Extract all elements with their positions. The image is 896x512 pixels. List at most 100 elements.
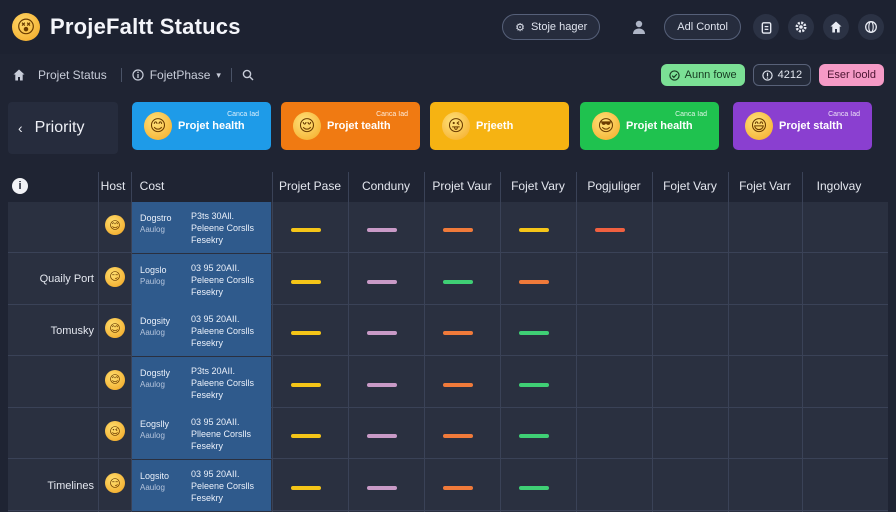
cost-name: Logslo: [140, 264, 167, 275]
table-row[interactable]: 😊 Dogstly Aaulog P3ts 20AII. Paleene Corslls…: [8, 356, 888, 408]
health-card-4[interactable]: 😎 Projet health Canca Iad: [580, 102, 719, 150]
store-pill-button[interactable]: ⚙ Stoje hager: [502, 14, 601, 40]
emoji-face-icon: 😎: [592, 112, 620, 140]
table-header: i Host Cost Projet Pase Conduny Projet V…: [0, 170, 896, 202]
store-pill-label: Stoje hager: [530, 21, 588, 33]
table-row[interactable]: Timelines 😏 Logsito Aaulog 03 95 20AII. Pelee…: [8, 460, 888, 511]
priority-back-button[interactable]: ‹ Priority: [8, 102, 118, 154]
column-divider: [728, 172, 729, 512]
column-divider: [576, 172, 577, 512]
health-card-1[interactable]: 😊 Projet health Canca Iad: [132, 102, 271, 150]
cost-line-2: Peleene Corslls: [191, 274, 255, 285]
gear-icon[interactable]: [788, 14, 814, 40]
search-icon[interactable]: [242, 69, 254, 81]
cost-cell[interactable]: Logslo Paulog 03 95 20AII. Peleene Corslls F…: [132, 253, 271, 305]
header-col-1[interactable]: Projet Pase: [272, 170, 348, 202]
status-bar: [367, 279, 397, 284]
settings-icon: ⚙: [515, 21, 525, 34]
cost-cell[interactable]: Dogstro Aaulog P3ts 30All. Peleene Corslls F…: [132, 202, 271, 253]
table-row[interactable]: Quaily Port 😏 Logslo Paulog 03 95 20AII. Pele…: [8, 253, 888, 305]
table-row[interactable]: 😊 Dogstro Aaulog P3ts 30All. Peleene Corslls…: [8, 202, 888, 253]
status-bar: [291, 434, 321, 439]
chevron-down-icon: ▾: [216, 69, 221, 80]
header-host[interactable]: Host: [96, 170, 130, 202]
column-divider: [802, 172, 803, 512]
status-bar: [291, 382, 321, 387]
status-bar: [519, 382, 549, 387]
card-title: Projet health: [178, 120, 245, 132]
cost-cell[interactable]: Dogstly Aaulog P3ts 20AII. Paleene Corslls F…: [132, 356, 271, 408]
emoji-face-icon: 😏: [105, 266, 125, 287]
emoji-face-icon: 😊: [105, 215, 125, 235]
cost-line-3: Fesekry: [191, 441, 224, 452]
header-col-3[interactable]: Projet Vaur: [424, 170, 500, 202]
header-col-8[interactable]: Ingolvay: [802, 170, 876, 202]
status-bar: [291, 331, 321, 336]
row-label: Timelines: [47, 479, 94, 492]
status-bar: [291, 486, 321, 490]
status-bar: [519, 279, 549, 284]
card-subtitle: Canca Iad: [227, 111, 259, 118]
user-icon[interactable]: [626, 14, 652, 40]
add-control-label: Adl Contol: [677, 21, 728, 33]
header-col-4[interactable]: Fojet Vary: [500, 170, 576, 202]
cost-name: Eogslly: [140, 419, 170, 430]
info-icon[interactable]: i: [12, 170, 28, 202]
cost-line-2: Paleene Corslls: [191, 377, 255, 388]
tag-dark-label: 4212: [777, 69, 803, 81]
health-card-5[interactable]: 😄 Projet stalth Canca Iad: [733, 102, 872, 150]
column-divider: [98, 172, 99, 512]
cost-sub: Aaulog: [140, 225, 165, 234]
cost-cell[interactable]: Dogsity Aaulog 03 95 20AII. Paleene Corslls…: [132, 305, 271, 357]
home-icon[interactable]: [823, 14, 849, 40]
cost-line-3: Fesekry: [191, 338, 224, 349]
table-row[interactable]: 😉 Eogslly Aaulog 03 95 20AII. Plleene Corsll…: [8, 408, 888, 460]
row-label: Tomusky: [50, 324, 94, 337]
header-cost[interactable]: Cost: [132, 170, 172, 202]
status-bar: [291, 228, 321, 232]
alert-circle-icon: [761, 69, 773, 81]
cost-line-3: Fesekry: [191, 389, 224, 400]
cost-line-2: Peleene Corslls: [191, 481, 255, 491]
column-divider: [131, 172, 132, 512]
cost-line-1: P3ts 20AII.: [191, 365, 236, 376]
status-bar: [443, 434, 473, 439]
clipboard-icon[interactable]: [753, 14, 779, 40]
tag-pink-button[interactable]: Eser loold: [819, 64, 884, 86]
cost-sub: Aaulog: [140, 483, 165, 492]
tag-green-label: Aunn fowe: [684, 69, 737, 81]
card-title: Projet stalth: [779, 120, 843, 132]
column-divider: [652, 172, 653, 512]
header-col-5[interactable]: Pogjuliger: [576, 170, 652, 202]
emoji-face-icon: 😊: [144, 112, 172, 140]
card-title: Projet health: [626, 120, 693, 132]
status-bar: [519, 434, 549, 439]
header-col-6[interactable]: Fojet Vary: [652, 170, 728, 202]
cost-line-3: Fesekry: [191, 235, 224, 245]
card-subtitle: Canca Iad: [675, 111, 707, 118]
table-row[interactable]: Tomusky 😊 Dogsity Aaulog 03 95 20AII. Paleene…: [8, 305, 888, 357]
header-col-2[interactable]: Conduny: [348, 170, 424, 202]
health-card-2[interactable]: 😌 Projet tealth Canca Iad: [281, 102, 420, 150]
add-control-button[interactable]: Adl Contol: [664, 14, 741, 40]
cost-line-2: Plleene Corslls: [191, 429, 252, 440]
emoji-face-icon: 😉: [105, 421, 125, 442]
cost-cell[interactable]: Eogslly Aaulog 03 95 20AII. Plleene Corslls…: [132, 408, 271, 460]
health-card-3[interactable]: 😜 Prjeeth: [430, 102, 569, 150]
phase-dropdown[interactable]: FojetPhase ▾: [132, 68, 221, 82]
cost-cell[interactable]: Logsito Aaulog 03 95 20AII. Peleene Corslls…: [132, 460, 271, 511]
card-title: Prjeeth: [476, 120, 514, 132]
app-title: ProjeFaltt Statucs: [50, 14, 241, 39]
project-status-link[interactable]: Projet Status: [12, 68, 107, 82]
row-label: [8, 202, 98, 253]
emoji-face-icon: 😄: [745, 112, 773, 140]
tag-green-button[interactable]: Aunn fowe: [660, 64, 745, 86]
globe-icon[interactable]: [858, 14, 884, 40]
status-bar: [443, 279, 473, 284]
emoji-face-icon: 😜: [442, 112, 470, 140]
emoji-face-icon: 😏: [105, 473, 125, 493]
header-col-7[interactable]: Fojet Varr: [728, 170, 802, 202]
top-bar: 😵 ProjeFaltt Statucs ⚙ Stoje hager Adl C…: [0, 0, 896, 54]
tag-dark-button[interactable]: 4212: [752, 64, 812, 86]
row-label: Quaily Port: [39, 273, 94, 286]
